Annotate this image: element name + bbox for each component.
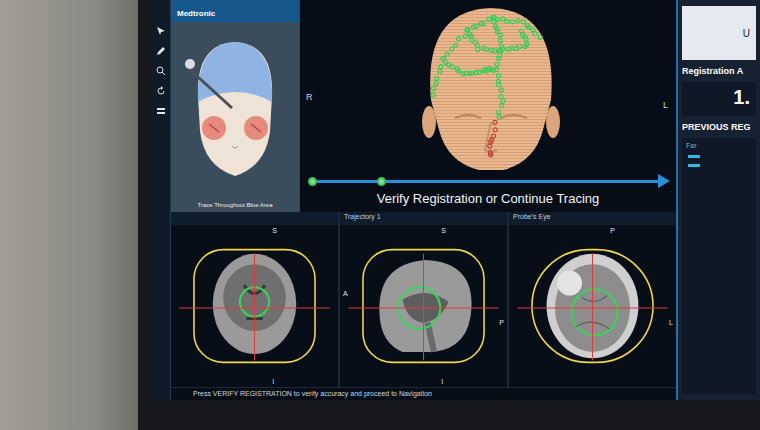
registration-label: Registration A bbox=[682, 66, 756, 76]
orientation-label: L bbox=[663, 100, 668, 110]
instruction-banner: Verify Registration or Continue Tracing bbox=[300, 187, 676, 212]
guide-panel: Medtronic Trace Throughout Blue Area bbox=[171, 0, 300, 212]
screen: Medtronic Trace Throughout Blue Area R L Ver… bbox=[152, 0, 760, 400]
axis-label: S bbox=[271, 227, 278, 234]
scan-slice-icon bbox=[340, 225, 507, 387]
axis-label: I bbox=[440, 378, 444, 385]
progress-stepper bbox=[300, 175, 676, 187]
pointer-icon[interactable] bbox=[156, 26, 166, 36]
main-area: Medtronic Trace Throughout Blue Area R L Ver… bbox=[171, 0, 676, 400]
wall bbox=[0, 0, 138, 430]
axis-label: I bbox=[271, 378, 275, 385]
layers-icon[interactable] bbox=[156, 106, 166, 116]
scan-slice-icon bbox=[509, 225, 676, 387]
pencil-icon[interactable] bbox=[156, 46, 166, 56]
slice-image[interactable]: SI bbox=[171, 225, 338, 387]
scan-slice-icon bbox=[171, 225, 338, 387]
axis-label: A bbox=[342, 290, 349, 297]
toolbar bbox=[152, 0, 171, 400]
registration-value: 1. bbox=[682, 82, 756, 116]
view-title: Trajectory 1 bbox=[340, 212, 507, 225]
arrow-icon bbox=[658, 174, 670, 188]
previous-label: PREVIOUS REG bbox=[682, 122, 756, 132]
slice-view[interactable]: Probe's EyePL bbox=[509, 212, 676, 387]
slice-view[interactable]: SI bbox=[171, 212, 338, 387]
previous-item[interactable]: Far bbox=[686, 142, 752, 149]
previous-list: Far bbox=[682, 138, 756, 394]
rotate-icon[interactable] bbox=[156, 86, 166, 96]
step-dot[interactable] bbox=[377, 177, 386, 186]
slice-image[interactable]: S I A P bbox=[340, 225, 507, 387]
page: Medtronic Trace Throughout Blue Area R L Ver… bbox=[0, 0, 760, 430]
monitor: Medtronic Trace Throughout Blue Area R L Ver… bbox=[138, 0, 760, 430]
axis-label: P bbox=[498, 319, 505, 326]
stepper-segment bbox=[317, 180, 377, 183]
registration-panel: U Registration A 1. PREVIOUS REG Far bbox=[676, 0, 760, 400]
slice-image[interactable]: PL bbox=[509, 225, 676, 387]
guide-caption: Trace Throughout Blue Area bbox=[171, 199, 299, 212]
slice-view[interactable]: Trajectory 1 S I A P bbox=[340, 212, 507, 387]
instruction-text: Press VERIFY REGISTRATION to verify accu… bbox=[171, 387, 676, 400]
slice-views: SITrajectory 1SIAPProbe's EyePL bbox=[171, 212, 676, 387]
axis-label: P bbox=[609, 227, 616, 234]
view-title: Probe's Eye bbox=[509, 212, 676, 225]
stepper-line bbox=[386, 180, 658, 183]
step-dot[interactable] bbox=[308, 177, 317, 186]
zoom-icon[interactable] bbox=[156, 66, 166, 76]
panel-header-text: U bbox=[743, 28, 750, 39]
head-model-icon bbox=[393, 0, 583, 170]
orientation-label: R bbox=[306, 92, 313, 102]
brand-bar: Medtronic bbox=[171, 0, 299, 22]
marker-icon bbox=[688, 155, 700, 158]
head-3d-model[interactable] bbox=[300, 0, 676, 175]
head-3d-view[interactable]: R L Verify Registration or Continue Tracin… bbox=[300, 0, 676, 212]
axis-label: S bbox=[440, 227, 447, 234]
axis-label: L bbox=[668, 319, 674, 326]
top-row: Medtronic Trace Throughout Blue Area R L Ver… bbox=[171, 0, 676, 212]
view-title bbox=[171, 212, 338, 225]
head-guide-icon bbox=[180, 36, 290, 186]
panel-header: U bbox=[682, 6, 756, 60]
guide-illustration bbox=[171, 22, 299, 199]
marker-icon bbox=[688, 164, 700, 167]
brand-logo: Medtronic bbox=[177, 9, 215, 18]
